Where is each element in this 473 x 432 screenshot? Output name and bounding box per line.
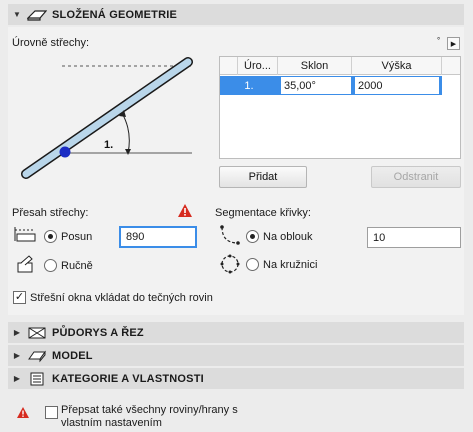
skylights-label[interactable]: Střešní okna vkládat do tečných rovin	[30, 292, 213, 304]
expand-arrow-button[interactable]: ▶	[447, 37, 460, 50]
degree-indicator-icon: °	[437, 36, 441, 45]
expand-triangle-icon[interactable]: ▶	[8, 351, 26, 360]
roof-geometry-icon	[26, 7, 48, 23]
roof-levels-table[interactable]: Úro... Sklon Výška 1. 35,00° 2000	[219, 56, 461, 159]
section-header-plan-section[interactable]: ▶ PŮDORYS A ŘEZ	[8, 322, 464, 343]
roof-levels-label: Úrovně střechy:	[12, 37, 90, 49]
angle-arc	[121, 112, 130, 154]
column-header-slope[interactable]: Sklon	[278, 57, 352, 75]
override-label-line2[interactable]: vlastním nastavením	[61, 417, 162, 429]
remove-level-button[interactable]: Odstranit	[371, 166, 461, 188]
angle-arrow-bottom	[125, 149, 131, 155]
properties-list-icon	[26, 371, 48, 387]
overhang-value-input[interactable]: 890	[119, 226, 197, 248]
add-level-button[interactable]: Přidat	[219, 166, 307, 188]
expand-triangle-icon[interactable]: ▶	[8, 328, 26, 337]
overhang-offset-icon	[14, 227, 36, 242]
arc-segmentation-icon	[220, 225, 240, 245]
section-header-model[interactable]: ▶ MODEL	[8, 345, 464, 366]
roof-plane-bar	[21, 57, 193, 179]
segmentation-arc-radio[interactable]	[246, 230, 259, 243]
column-header-height[interactable]: Výška	[352, 57, 442, 75]
curve-segmentation-label: Segmentace křivky:	[215, 207, 311, 219]
skylights-checkbox[interactable]: ✓	[13, 291, 26, 304]
diagram-level-label: 1.	[104, 139, 113, 151]
section-title: KATEGORIE A VLASTNOSTI	[52, 372, 204, 385]
floor-plan-section-icon	[26, 325, 48, 341]
overhang-label: Přesah střechy:	[12, 207, 89, 219]
overhang-manual-icon	[17, 255, 33, 273]
table-header: Úro... Sklon Výška	[220, 57, 460, 75]
footer-warning-icon	[17, 407, 29, 418]
section-title: SLOŽENÁ GEOMETRIE	[52, 8, 178, 21]
overhang-manual-label[interactable]: Ručně	[61, 260, 93, 272]
model-icon	[26, 348, 48, 364]
collapse-triangle-icon[interactable]: ▼	[8, 10, 26, 19]
overhang-offset-label[interactable]: Posun	[61, 231, 92, 243]
circle-segmentation-icon	[220, 254, 240, 274]
cell-level[interactable]: 1.	[220, 76, 278, 95]
roof-slope-diagram: 1.	[21, 57, 193, 179]
overhang-offset-radio[interactable]	[44, 230, 57, 243]
cell-height[interactable]: 2000	[352, 76, 442, 95]
table-row[interactable]: 1. 35,00° 2000	[220, 76, 460, 95]
column-header-level[interactable]: Úro...	[238, 57, 278, 75]
expand-triangle-icon[interactable]: ▶	[8, 374, 26, 383]
segmentation-circle-label[interactable]: Na kružnici	[263, 259, 317, 271]
overhang-manual-radio[interactable]	[44, 259, 57, 272]
section-header-composite-geometry[interactable]: ▼ SLOŽENÁ GEOMETRIE	[8, 4, 464, 25]
pivot-point	[59, 146, 71, 158]
section-header-categories[interactable]: ▶ KATEGORIE A VLASTNOSTI	[8, 368, 464, 389]
segmentation-circle-radio[interactable]	[246, 258, 259, 271]
warning-icon	[178, 204, 192, 217]
section-title: PŮDORYS A ŘEZ	[52, 326, 144, 339]
segmentation-value-input[interactable]: 10	[367, 227, 461, 248]
override-label-line1[interactable]: Přepsat také všechny roviny/hrany s	[61, 404, 238, 416]
segmentation-arc-label[interactable]: Na oblouk	[263, 231, 313, 243]
cell-slope[interactable]: 35,00°	[278, 76, 352, 95]
override-checkbox[interactable]	[45, 406, 58, 419]
section-title: MODEL	[52, 349, 93, 362]
